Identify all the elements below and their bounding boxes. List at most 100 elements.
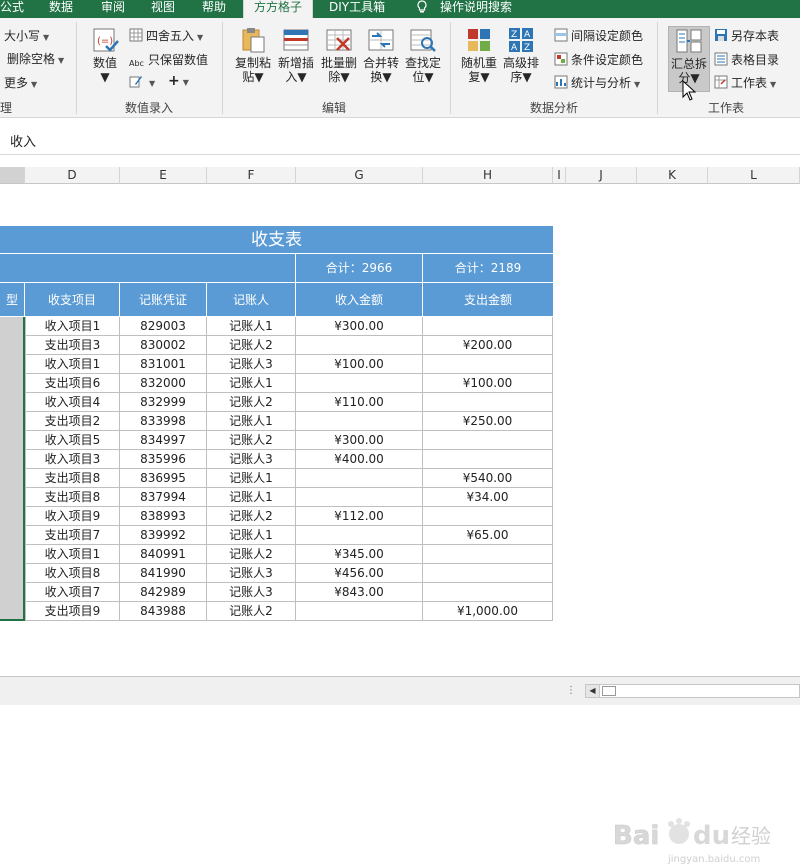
- cell-voucher[interactable]: 832999: [120, 393, 207, 412]
- cell-bookkeeper[interactable]: 记账人2: [207, 507, 296, 526]
- cell-voucher[interactable]: 843988: [120, 602, 207, 621]
- cell-income[interactable]: [296, 374, 423, 393]
- insert-button[interactable]: 新增插 入▼: [274, 26, 318, 84]
- value-button[interactable]: (=) 数值 ▼: [88, 26, 122, 84]
- cell-income[interactable]: ¥300.00: [296, 431, 423, 450]
- cell-item[interactable]: 支出项目6: [25, 374, 120, 393]
- cell-income[interactable]: [296, 488, 423, 507]
- cell-bookkeeper[interactable]: 记账人3: [207, 583, 296, 602]
- cell-voucher[interactable]: 832000: [120, 374, 207, 393]
- column-header-c[interactable]: [0, 167, 25, 184]
- remove-spaces-button[interactable]: 删除空格 ▼: [0, 50, 64, 67]
- more-button[interactable]: 更多 ▼: [4, 74, 37, 91]
- column-header-h[interactable]: H: [423, 167, 553, 184]
- cell-voucher[interactable]: 833998: [120, 412, 207, 431]
- cell-expense[interactable]: [423, 431, 553, 450]
- cell-expense[interactable]: [423, 355, 553, 374]
- cell-item[interactable]: 支出项目8: [25, 488, 120, 507]
- cell-bookkeeper[interactable]: 记账人1: [207, 488, 296, 507]
- cell-expense[interactable]: [423, 450, 553, 469]
- batch-delete-button[interactable]: 批量删 除▼: [318, 26, 360, 84]
- column-header-l[interactable]: L: [708, 167, 800, 184]
- tab-review[interactable]: 审阅: [101, 0, 125, 18]
- tab-formulas[interactable]: 公式: [0, 0, 24, 18]
- stats-analysis-button[interactable]: 统计与分析 ▼: [554, 74, 640, 91]
- copy-paste-button[interactable]: 复制粘 贴▼: [232, 26, 274, 84]
- cell-item[interactable]: 收入项目9: [25, 507, 120, 526]
- cell-bookkeeper[interactable]: 记账人2: [207, 431, 296, 450]
- cell-voucher[interactable]: 830002: [120, 336, 207, 355]
- cell-income[interactable]: [296, 412, 423, 431]
- cell-expense[interactable]: [423, 545, 553, 564]
- cell-voucher[interactable]: 837994: [120, 488, 207, 507]
- cell-voucher[interactable]: 838993: [120, 507, 207, 526]
- cell-income[interactable]: ¥345.00: [296, 545, 423, 564]
- edit-tools-button[interactable]: ▼: [129, 74, 155, 89]
- cell-expense[interactable]: ¥250.00: [423, 412, 553, 431]
- cell-item[interactable]: 收入项目3: [25, 450, 120, 469]
- cell-income[interactable]: ¥400.00: [296, 450, 423, 469]
- column-header-j[interactable]: J: [566, 167, 637, 184]
- cell-item[interactable]: 支出项目8: [25, 469, 120, 488]
- find-locate-button[interactable]: 查找定 位▼: [402, 26, 444, 84]
- cell-voucher[interactable]: 831001: [120, 355, 207, 374]
- cell-expense[interactable]: [423, 393, 553, 412]
- advanced-sort-button[interactable]: Z A A Z 高级排 序▼: [500, 26, 542, 84]
- tab-view[interactable]: 视图: [151, 0, 175, 18]
- column-header-g[interactable]: G: [296, 167, 423, 184]
- cell-expense[interactable]: [423, 317, 553, 336]
- header-item[interactable]: 收支项目: [25, 283, 120, 317]
- round-button[interactable]: 四舍五入 ▼: [129, 27, 203, 44]
- cell-expense[interactable]: [423, 507, 553, 526]
- cell-item[interactable]: 收入项目1: [25, 355, 120, 374]
- cell-expense[interactable]: ¥200.00: [423, 336, 553, 355]
- cell-item[interactable]: 收入项目8: [25, 564, 120, 583]
- expense-total[interactable]: 合计：2189: [423, 254, 553, 283]
- cell-item[interactable]: 支出项目9: [25, 602, 120, 621]
- cell-bookkeeper[interactable]: 记账人1: [207, 317, 296, 336]
- header-expense[interactable]: 支出金额: [423, 283, 553, 317]
- cell-expense[interactable]: [423, 583, 553, 602]
- cell-income[interactable]: [296, 469, 423, 488]
- add-button[interactable]: + ▼: [168, 73, 189, 89]
- worksheet-area[interactable]: 收支表 合计：2966 合计：2189 型 收支项目 记账凭证 记账人 收入金额…: [0, 184, 800, 865]
- merge-convert-button[interactable]: 合并转 换▼: [360, 26, 402, 84]
- column-header-e[interactable]: E: [120, 167, 207, 184]
- totals-row-empty[interactable]: [0, 254, 296, 283]
- cell-bookkeeper[interactable]: 记账人2: [207, 545, 296, 564]
- formula-content[interactable]: 收入: [10, 131, 36, 150]
- tab-help[interactable]: 帮助: [202, 0, 226, 18]
- cell-voucher[interactable]: 841990: [120, 564, 207, 583]
- cell-income[interactable]: ¥300.00: [296, 317, 423, 336]
- cell-item[interactable]: 支出项目3: [25, 336, 120, 355]
- random-repeat-button[interactable]: 随机重 复▼: [458, 26, 500, 84]
- save-sheet-button[interactable]: 另存本表: [714, 27, 779, 44]
- cell-voucher[interactable]: 842989: [120, 583, 207, 602]
- header-type-partial[interactable]: 型: [0, 283, 25, 317]
- header-income[interactable]: 收入金额: [296, 283, 423, 317]
- cell-income[interactable]: ¥456.00: [296, 564, 423, 583]
- column-header-d[interactable]: D: [25, 167, 120, 184]
- cell-bookkeeper[interactable]: 记账人2: [207, 393, 296, 412]
- tab-data[interactable]: 数据: [49, 0, 73, 18]
- cell-income[interactable]: ¥843.00: [296, 583, 423, 602]
- cell-expense[interactable]: ¥34.00: [423, 488, 553, 507]
- cell-expense[interactable]: ¥65.00: [423, 526, 553, 545]
- cell-item[interactable]: 收入项目5: [25, 431, 120, 450]
- case-button[interactable]: 大小写 ▼: [4, 27, 49, 44]
- header-bookkeeper[interactable]: 记账人: [207, 283, 296, 317]
- worksheet-button[interactable]: 工作表 ▼: [714, 74, 776, 91]
- cell-income[interactable]: ¥112.00: [296, 507, 423, 526]
- cell-bookkeeper[interactable]: 记账人1: [207, 526, 296, 545]
- formula-bar[interactable]: 收入: [0, 119, 800, 155]
- cell-voucher[interactable]: 835996: [120, 450, 207, 469]
- scroll-thumb[interactable]: [602, 686, 616, 696]
- tell-me-search[interactable]: 操作说明搜索: [440, 0, 512, 18]
- cell-item[interactable]: 收入项目1: [25, 545, 120, 564]
- column-header-k[interactable]: K: [637, 167, 708, 184]
- cell-item[interactable]: 收入项目4: [25, 393, 120, 412]
- sheet-tab-splitter[interactable]: ⋮: [566, 685, 576, 696]
- cell-bookkeeper[interactable]: 记账人2: [207, 336, 296, 355]
- income-total[interactable]: 合计：2966: [296, 254, 423, 283]
- condition-color-button[interactable]: 条件设定颜色: [554, 51, 643, 68]
